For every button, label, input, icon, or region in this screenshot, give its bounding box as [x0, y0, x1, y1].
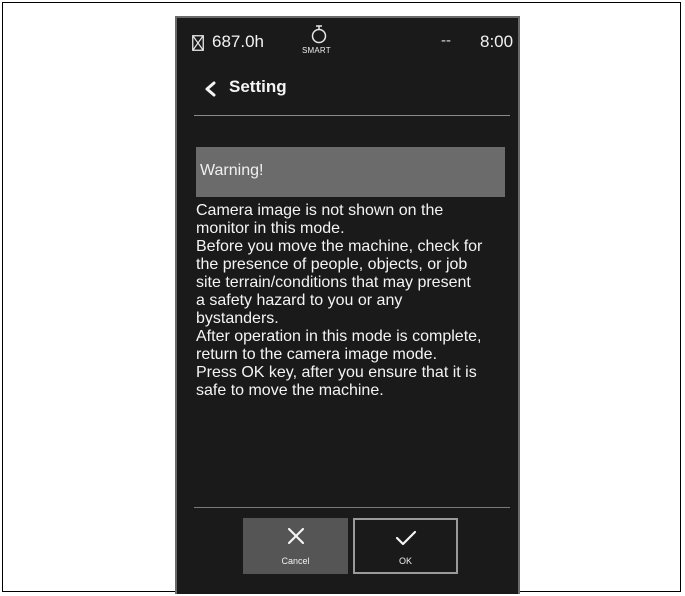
clock: 8:00 — [480, 32, 514, 51]
message-line: bystanders. — [196, 310, 279, 327]
ok-button-label: OK — [398, 556, 412, 566]
message-line: Press OK key, after you ensure that it i… — [196, 364, 477, 381]
smart-engine-icon — [311, 25, 327, 44]
message-line: monitor in this mode. — [196, 220, 345, 237]
monitor-screen: 687.0h SMART -- 8:00 Setting Warning! Ca… — [175, 16, 520, 594]
message-line: the presence of people, objects, or job — [196, 256, 468, 273]
smart-mode-label: SMART — [302, 46, 331, 55]
status-bar: 687.0h SMART -- 8:00 — [177, 18, 518, 64]
hour-meter: 687.0h — [212, 32, 264, 51]
message-line: After operation in this mode is complete… — [196, 328, 482, 345]
cancel-button-label: Cancel — [281, 556, 310, 566]
hourglass-icon — [192, 35, 204, 51]
message-line: site terrain/conditions that may present — [196, 274, 471, 291]
check-icon — [395, 530, 416, 546]
footer-divider — [194, 507, 510, 508]
message-line: Camera image is not shown on the — [196, 202, 444, 219]
cancel-button[interactable]: Cancel — [243, 518, 348, 574]
message-line: return to the camera image mode. — [196, 346, 438, 363]
close-icon — [287, 527, 304, 545]
message-line: a safety hazard to you or any — [196, 292, 403, 309]
header-divider — [194, 115, 510, 116]
status-indicator: -- — [441, 32, 451, 49]
message-line: Before you move the machine, check for — [196, 238, 483, 255]
ok-button[interactable]: OK — [353, 518, 458, 574]
page-title: Setting — [229, 77, 287, 96]
warning-message: Camera image is not shown on the monitor… — [196, 202, 514, 400]
message-line: safe to move the machine. — [196, 382, 384, 399]
chevron-left-icon[interactable] — [203, 81, 217, 97]
warning-banner: Warning! — [196, 147, 505, 197]
